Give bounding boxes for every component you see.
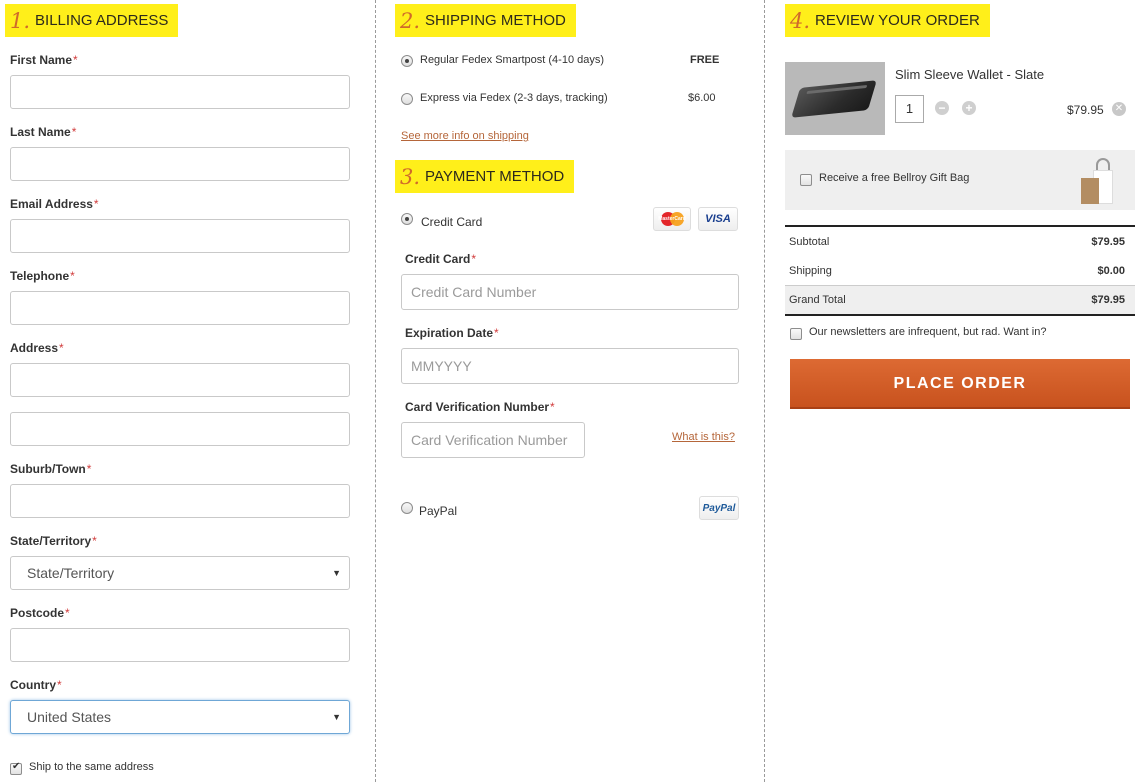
- address-label: Address*: [10, 341, 64, 355]
- grand-total-label: Grand Total: [789, 294, 846, 306]
- cvv-help-link[interactable]: What is this?: [672, 431, 735, 443]
- suburb-label: Suburb/Town*: [10, 462, 92, 476]
- subtotal-label: Subtotal: [789, 235, 830, 248]
- ship-same-label: Ship to the same address: [29, 761, 154, 773]
- telephone-input[interactable]: [10, 291, 350, 325]
- telephone-label: Telephone*: [10, 269, 75, 283]
- billing-section-number: 1.: [10, 8, 31, 33]
- paypal-icon: PayPal: [699, 496, 739, 520]
- minus-icon[interactable]: −: [935, 101, 949, 115]
- newsletter-checkbox[interactable]: [790, 328, 802, 340]
- suburb-input[interactable]: [10, 484, 350, 518]
- shipping-total-label: Shipping: [789, 264, 832, 277]
- address-line1-input[interactable]: [10, 363, 350, 397]
- chevron-down-icon: ▼: [332, 568, 341, 578]
- last-name-input[interactable]: [10, 147, 350, 181]
- quantity-input[interactable]: 1: [895, 95, 924, 123]
- email-input[interactable]: [10, 219, 350, 253]
- card-number-input[interactable]: [401, 274, 739, 310]
- shipping-payment-column: 2. SHIPPING METHOD Regular Fedex Smartpo…: [377, 0, 765, 782]
- shipping-option-price-express: $6.00: [688, 92, 716, 104]
- wallet-icon: [791, 80, 877, 118]
- newsletter-label: Our newsletters are infrequent, but rad.…: [809, 326, 1047, 338]
- shipping-row: Shipping $0.00: [785, 256, 1135, 285]
- cvv-label: Card Verification Number*: [405, 400, 555, 414]
- expiry-label: Expiration Date*: [405, 326, 499, 340]
- card-number-label: Credit Card*: [405, 252, 477, 266]
- gift-bag-panel: Receive a free Bellroy Gift Bag: [785, 150, 1135, 210]
- payment-section-title: 3. PAYMENT METHOD: [395, 160, 575, 193]
- plus-icon[interactable]: +: [962, 101, 976, 115]
- billing-section-text: BILLING ADDRESS: [35, 12, 169, 29]
- review-section-text: REVIEW YOUR ORDER: [815, 12, 980, 29]
- shipping-option-label-regular: Regular Fedex Smartpost (4-10 days): [420, 54, 605, 66]
- state-select[interactable]: State/Territory ▼: [10, 556, 350, 590]
- grand-total-value: $79.95: [1091, 294, 1125, 306]
- order-totals: Subtotal $79.95 Shipping $0.00 Grand Tot…: [785, 225, 1135, 316]
- place-order-button[interactable]: PLACE ORDER: [790, 359, 1130, 409]
- billing-section-title: 1. BILLING ADDRESS: [5, 4, 179, 37]
- shipping-option-label-express: Express via Fedex (2-3 days, tracking): [420, 92, 608, 104]
- last-name-label: Last Name*: [10, 125, 77, 139]
- chevron-down-icon: ▼: [332, 712, 341, 722]
- shipping-option-radio-express[interactable]: [401, 93, 413, 105]
- shipping-option-price-regular: FREE: [690, 54, 720, 66]
- cvv-input[interactable]: [401, 422, 585, 458]
- mastercard-icon: MasterCard: [653, 207, 691, 231]
- first-name-input[interactable]: [10, 75, 350, 109]
- paypal-radio[interactable]: [401, 502, 413, 514]
- email-label: Email Address*: [10, 197, 99, 211]
- shipping-section-number: 2.: [400, 8, 421, 33]
- country-select[interactable]: United States ▼: [10, 700, 350, 734]
- credit-card-radio[interactable]: [401, 213, 413, 225]
- state-label: State/Territory*: [10, 534, 97, 548]
- paypal-option-label: PayPal: [419, 504, 458, 518]
- postcode-input[interactable]: [10, 628, 350, 662]
- gift-bag-label: Receive a free Bellroy Gift Bag: [819, 172, 970, 184]
- review-column: 4. REVIEW YOUR ORDER Slim Sleeve Wallet …: [766, 0, 1144, 782]
- grand-total-row: Grand Total $79.95: [785, 285, 1135, 314]
- review-section-title: 4. REVIEW YOUR ORDER: [785, 4, 990, 37]
- first-name-label: First Name*: [10, 53, 78, 67]
- billing-column: 1. BILLING ADDRESS First Name* Last Name…: [0, 0, 376, 782]
- payment-section-text: PAYMENT METHOD: [425, 168, 565, 185]
- expiry-input[interactable]: [401, 348, 739, 384]
- subtotal-value: $79.95: [1091, 235, 1125, 248]
- review-section-number: 4.: [790, 8, 811, 33]
- country-select-value: United States: [27, 709, 112, 725]
- shipping-info-link[interactable]: See more info on shipping: [401, 130, 529, 142]
- product-name: Slim Sleeve Wallet - Slate: [895, 67, 1045, 82]
- country-label: Country*: [10, 678, 62, 692]
- gift-bag-checkbox[interactable]: [800, 174, 812, 186]
- ship-same-checkbox[interactable]: [10, 761, 22, 775]
- state-select-value: State/Territory: [27, 565, 115, 581]
- product-image: [785, 62, 885, 135]
- credit-card-option-label: Credit Card: [421, 215, 483, 229]
- product-price: $79.95: [1067, 103, 1104, 117]
- postcode-label: Postcode*: [10, 606, 70, 620]
- payment-section-number: 3.: [400, 164, 421, 189]
- close-icon[interactable]: ✕: [1112, 102, 1126, 116]
- shipping-section-text: SHIPPING METHOD: [425, 12, 566, 29]
- gift-bag-icon: [1081, 156, 1115, 204]
- subtotal-row: Subtotal $79.95: [785, 227, 1135, 256]
- address-line2-input[interactable]: [10, 412, 350, 446]
- shipping-option-radio-regular[interactable]: [401, 55, 413, 67]
- visa-icon: VISA: [698, 207, 738, 231]
- shipping-total-value: $0.00: [1097, 264, 1125, 277]
- shipping-section-title: 2. SHIPPING METHOD: [395, 4, 576, 37]
